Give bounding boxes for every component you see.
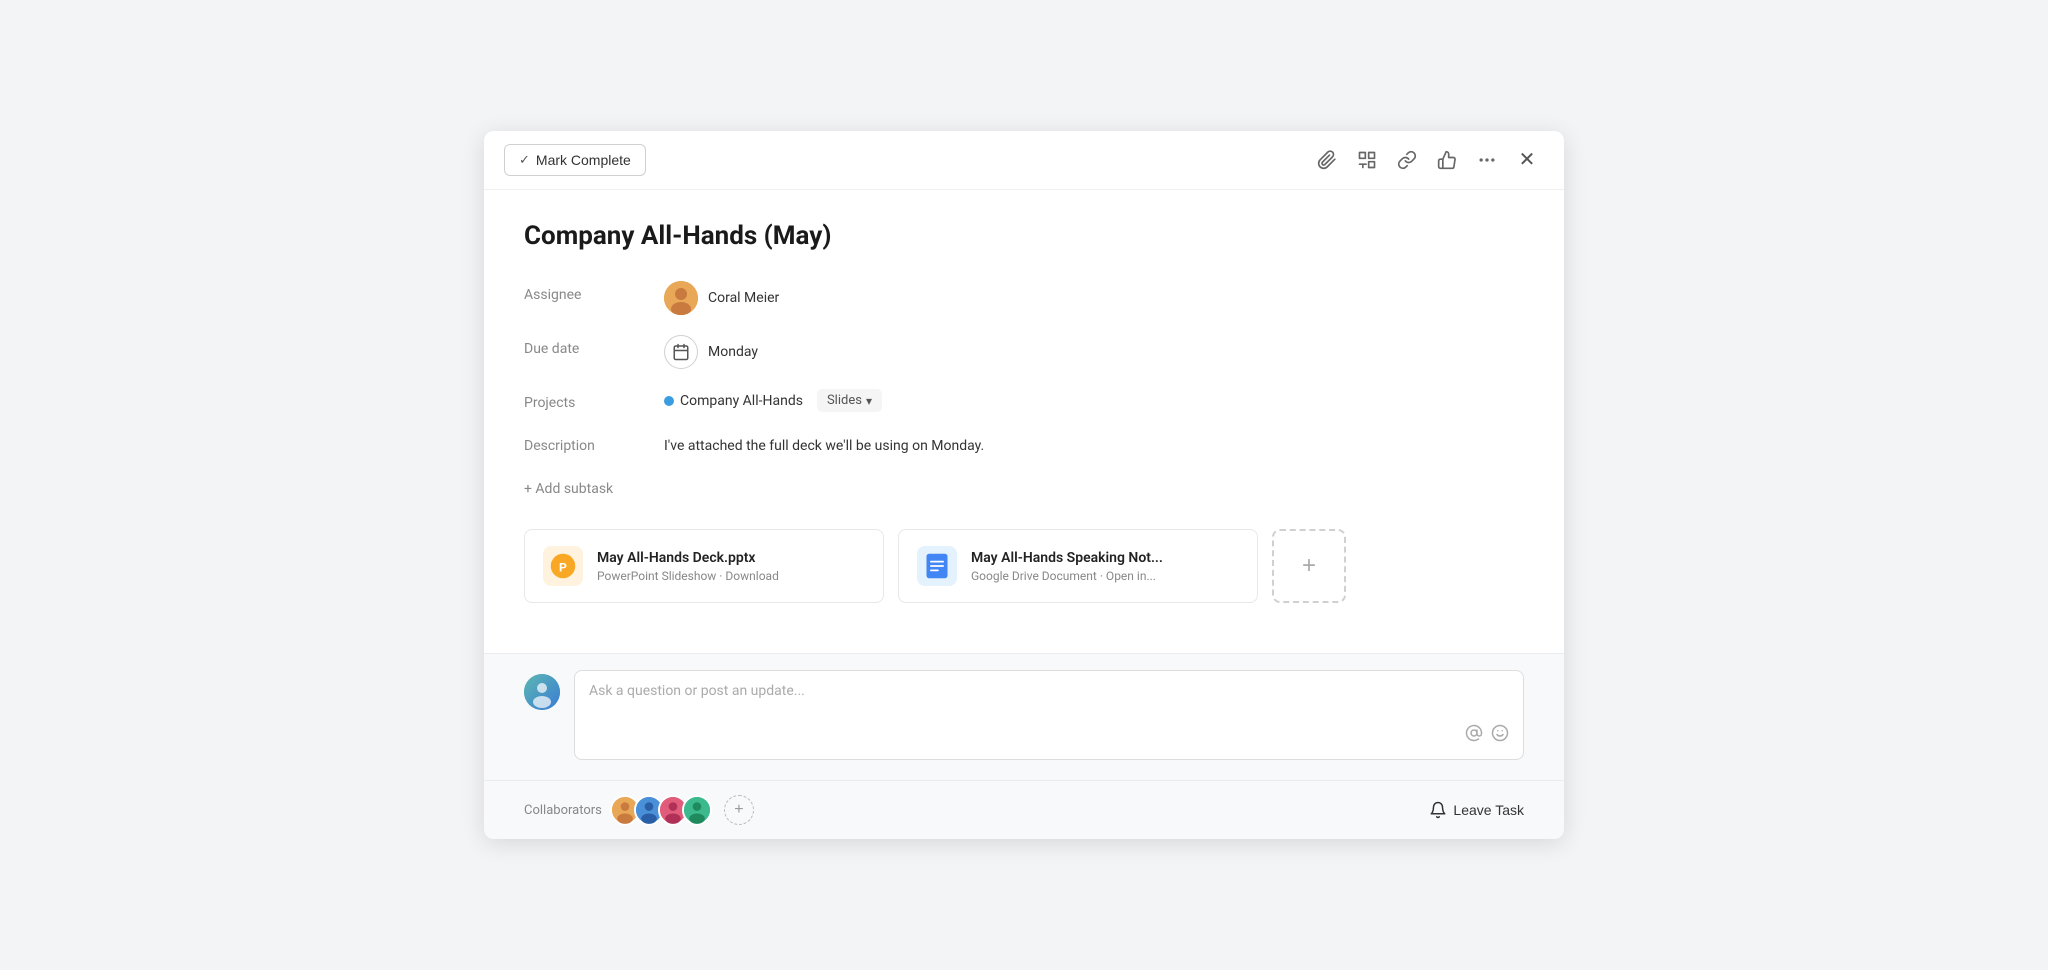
leave-task-label: Leave Task (1453, 802, 1524, 818)
assignee-name: Coral Meier (708, 290, 779, 306)
collab-avatar-4[interactable] (682, 795, 712, 825)
due-date-row: Due date Monday (524, 335, 1524, 369)
description-value: I've attached the full deck we'll be usi… (664, 432, 984, 457)
assignee-avatar (664, 281, 698, 315)
gdoc-meta: Google Drive Document · Open in... (971, 569, 1163, 583)
more-icon (1477, 150, 1497, 170)
due-date-label: Due date (524, 335, 644, 357)
attachment-icon-button[interactable] (1310, 143, 1344, 177)
assignee-row: Assignee Coral Meier (524, 281, 1524, 315)
at-mention-icon[interactable] (1465, 724, 1483, 747)
pptx-name: May All-Hands Deck.pptx (597, 550, 779, 566)
description-label: Description (524, 432, 644, 454)
chevron-down-icon: ▾ (866, 394, 872, 408)
assignee-value[interactable]: Coral Meier (664, 281, 779, 315)
svg-text:P: P (559, 561, 567, 575)
assignee-label: Assignee (524, 281, 644, 303)
comment-input-area[interactable]: Ask a question or post an update... (574, 670, 1524, 760)
add-collaborator-button[interactable]: + (724, 795, 754, 825)
gdoc-icon (917, 546, 957, 586)
assign-icon (1357, 150, 1377, 170)
pptx-icon: P (543, 546, 583, 586)
slides-label: Slides (827, 393, 862, 408)
due-date-value[interactable]: Monday (664, 335, 758, 369)
pptx-meta: PowerPoint Slideshow · Download (597, 569, 779, 583)
project-dot-icon (664, 396, 674, 406)
task-title: Company All-Hands (May) (524, 220, 1524, 254)
attachment-gdoc[interactable]: May All-Hands Speaking Not... Google Dri… (898, 529, 1258, 603)
attachment-pptx[interactable]: P May All-Hands Deck.pptx PowerPoint Sli… (524, 529, 884, 603)
checkmark-icon: ✓ (519, 152, 530, 168)
description-row: Description I've attached the full deck … (524, 432, 1524, 457)
comment-actions (589, 724, 1509, 747)
add-subtask-label: + Add subtask (524, 481, 613, 497)
comment-placeholder: Ask a question or post an update... (589, 683, 1509, 699)
modal-header: ✓ Mark Complete (484, 131, 1564, 190)
projects-value[interactable]: Company All-Hands Slides ▾ (664, 389, 882, 412)
emoji-icon[interactable] (1491, 724, 1509, 747)
comment-row: Ask a question or post an update... (524, 670, 1524, 760)
slides-dropdown[interactable]: Slides ▾ (817, 389, 882, 412)
gdoc-info: May All-Hands Speaking Not... Google Dri… (971, 550, 1163, 583)
thumbsup-icon (1437, 150, 1457, 170)
projects-row: Projects Company All-Hands Slides ▾ (524, 389, 1524, 412)
collaborators-label: Collaborators (524, 803, 602, 818)
mark-complete-label: Mark Complete (536, 152, 631, 168)
close-button[interactable]: ✕ (1510, 143, 1544, 177)
project-name: Company All-Hands (680, 393, 803, 409)
collaborator-avatars (610, 795, 712, 825)
current-user-avatar (524, 674, 560, 710)
plus-icon: + (734, 801, 743, 819)
header-actions: ✕ (1310, 143, 1544, 177)
gdoc-name: May All-Hands Speaking Not... (971, 550, 1163, 566)
collaborators-section: Collaborators (524, 795, 754, 825)
project-tag: Company All-Hands (664, 393, 803, 409)
plus-icon: + (1302, 552, 1316, 580)
leave-task-button[interactable]: Leave Task (1429, 801, 1524, 819)
due-date-text: Monday (708, 344, 758, 360)
modal-body: Company All-Hands (May) Assignee (484, 190, 1564, 654)
link-icon-button[interactable] (1390, 143, 1424, 177)
attachments-row: P May All-Hands Deck.pptx PowerPoint Sli… (524, 529, 1524, 603)
calendar-icon (664, 335, 698, 369)
paperclip-icon (1317, 150, 1337, 170)
close-icon: ✕ (1519, 147, 1536, 172)
bell-icon (1429, 801, 1447, 819)
description-text: I've attached the full deck we'll be usi… (664, 432, 984, 457)
more-options-button[interactable] (1470, 143, 1504, 177)
pptx-info: May All-Hands Deck.pptx PowerPoint Slide… (597, 550, 779, 583)
projects-label: Projects (524, 389, 644, 411)
add-attachment-button[interactable]: + (1272, 529, 1346, 603)
like-icon-button[interactable] (1430, 143, 1464, 177)
link-icon (1397, 150, 1417, 170)
comment-section: Ask a question or post an update... (484, 653, 1564, 780)
mark-complete-button[interactable]: ✓ Mark Complete (504, 144, 646, 176)
modal-footer: Collaborators (484, 780, 1564, 839)
add-subtask-button[interactable]: + Add subtask (524, 477, 1524, 501)
subtask-icon-button[interactable] (1350, 143, 1384, 177)
coral-meier-avatar (664, 281, 698, 315)
